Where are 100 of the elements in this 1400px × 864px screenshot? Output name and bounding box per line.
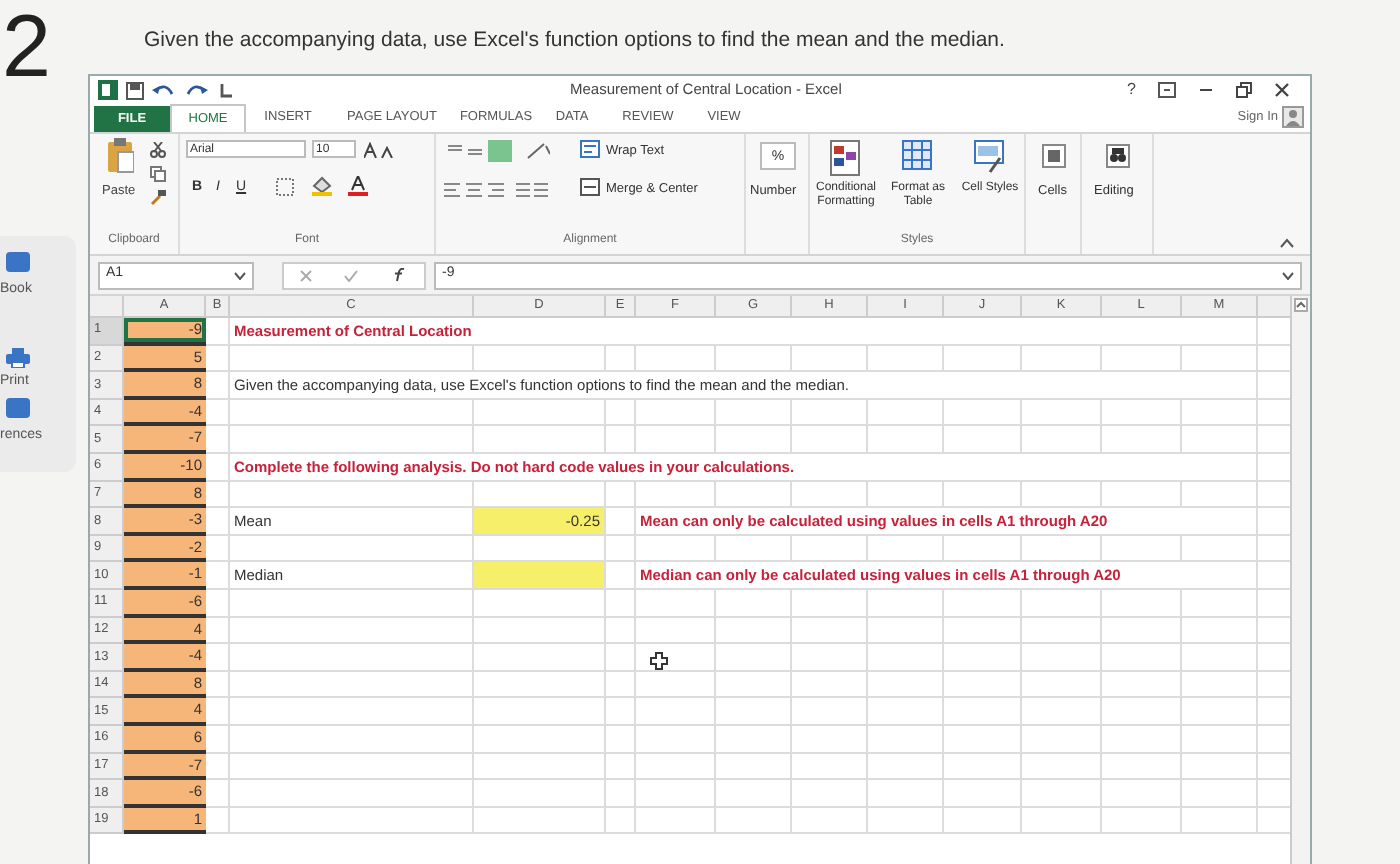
table-cell[interactable] — [792, 399, 868, 427]
table-cell[interactable] — [792, 345, 868, 373]
table-cell[interactable] — [636, 807, 716, 835]
scissors-icon[interactable] — [150, 142, 166, 158]
table-cell[interactable] — [606, 345, 636, 373]
table-cell[interactable] — [1182, 617, 1258, 645]
table-cell[interactable] — [1182, 345, 1258, 373]
table-cell[interactable] — [792, 807, 868, 835]
cancel-icon[interactable] — [300, 269, 313, 281]
table-cell[interactable] — [230, 807, 474, 835]
table-cell[interactable] — [230, 399, 474, 427]
table-cell[interactable] — [1182, 644, 1258, 672]
table-cell[interactable] — [230, 481, 474, 509]
table-cell[interactable] — [716, 725, 792, 753]
table-cell[interactable] — [206, 644, 230, 672]
table-cell[interactable] — [868, 725, 944, 753]
table-cell[interactable] — [1182, 671, 1258, 699]
table-cell[interactable] — [1182, 481, 1258, 509]
table-cell[interactable] — [1102, 671, 1182, 699]
table-cell[interactable] — [1022, 399, 1102, 427]
table-cell[interactable] — [474, 807, 606, 835]
paste-icon[interactable] — [106, 138, 134, 174]
table-cell[interactable] — [792, 481, 868, 509]
table-cell[interactable] — [606, 807, 636, 835]
table-cell[interactable] — [206, 318, 230, 346]
table-cell[interactable] — [606, 562, 636, 590]
table-cell[interactable] — [606, 753, 636, 781]
table-cell[interactable] — [1102, 535, 1182, 563]
table-cell[interactable] — [206, 562, 230, 590]
table-cell[interactable] — [606, 508, 636, 536]
table-cell[interactable] — [606, 671, 636, 699]
table-cell[interactable] — [944, 589, 1022, 618]
table-cell[interactable] — [1182, 725, 1258, 753]
table-cell[interactable] — [474, 345, 606, 373]
table-cell[interactable] — [206, 372, 230, 400]
table-cell[interactable] — [944, 807, 1022, 835]
table-cell[interactable] — [1022, 589, 1102, 618]
table-cell[interactable] — [1102, 780, 1182, 808]
table-cell[interactable] — [1102, 753, 1182, 781]
table-cell[interactable] — [1022, 535, 1102, 563]
table-cell[interactable] — [474, 753, 606, 781]
table-cell[interactable] — [716, 617, 792, 645]
table-cell[interactable] — [230, 644, 474, 672]
table-cell[interactable] — [868, 753, 944, 781]
table-cell[interactable] — [716, 426, 792, 454]
table-cell[interactable] — [944, 671, 1022, 699]
table-cell[interactable] — [636, 753, 716, 781]
align-left-icon[interactable] — [444, 182, 504, 198]
table-cell[interactable] — [944, 644, 1022, 672]
table-cell[interactable] — [716, 399, 792, 427]
table-cell[interactable] — [868, 698, 944, 726]
table-cell[interactable] — [230, 780, 474, 808]
borders-icon[interactable] — [276, 178, 294, 196]
table-cell[interactable] — [1022, 698, 1102, 726]
table-cell[interactable] — [1182, 426, 1258, 454]
table-cell[interactable] — [868, 426, 944, 454]
table-cell[interactable] — [206, 426, 230, 454]
table-cell[interactable] — [792, 617, 868, 645]
table-cell[interactable] — [1102, 725, 1182, 753]
table-cell[interactable] — [206, 453, 230, 482]
table-cell[interactable] — [944, 481, 1022, 509]
table-cell[interactable] — [716, 698, 792, 726]
close-icon[interactable] — [1274, 82, 1290, 98]
undo-icon[interactable] — [152, 81, 176, 99]
table-cell[interactable] — [206, 617, 230, 645]
table-cell[interactable] — [606, 399, 636, 427]
brush-icon[interactable] — [150, 190, 166, 206]
function-icon[interactable] — [391, 268, 408, 282]
table-cell[interactable] — [792, 426, 868, 454]
table-cell[interactable] — [474, 780, 606, 808]
table-cell[interactable] — [1022, 345, 1102, 373]
table-cell[interactable] — [1022, 725, 1102, 753]
table-cell[interactable] — [606, 780, 636, 808]
scroll-up-icon[interactable] — [1294, 298, 1308, 312]
table-cell[interactable] — [868, 780, 944, 808]
table-cell[interactable] — [606, 725, 636, 753]
table-cell[interactable] — [944, 535, 1022, 563]
table-cell[interactable] — [1182, 399, 1258, 427]
table-cell[interactable] — [636, 617, 716, 645]
table-cell[interactable] — [636, 725, 716, 753]
table-cell[interactable] — [792, 589, 868, 618]
ribbon-display-icon[interactable] — [1158, 82, 1176, 98]
table-cell[interactable] — [1182, 807, 1258, 835]
table-cell[interactable] — [1022, 617, 1102, 645]
table-cell[interactable] — [606, 589, 636, 618]
merge-icon[interactable] — [580, 178, 600, 196]
table-cell[interactable] — [606, 426, 636, 454]
table-cell[interactable] — [1102, 644, 1182, 672]
table-cell[interactable] — [1022, 753, 1102, 781]
table-cell[interactable] — [636, 671, 716, 699]
table-cell[interactable] — [1022, 780, 1102, 808]
table-cell[interactable] — [944, 399, 1022, 427]
collapse-ribbon-icon[interactable] — [1280, 238, 1294, 248]
table-cell[interactable] — [636, 345, 716, 373]
table-cell[interactable] — [716, 807, 792, 835]
table-cell[interactable] — [716, 535, 792, 563]
table-cell[interactable] — [474, 725, 606, 753]
table-cell[interactable] — [206, 481, 230, 509]
table-cell[interactable] — [868, 617, 944, 645]
table-cell[interactable] — [1182, 753, 1258, 781]
